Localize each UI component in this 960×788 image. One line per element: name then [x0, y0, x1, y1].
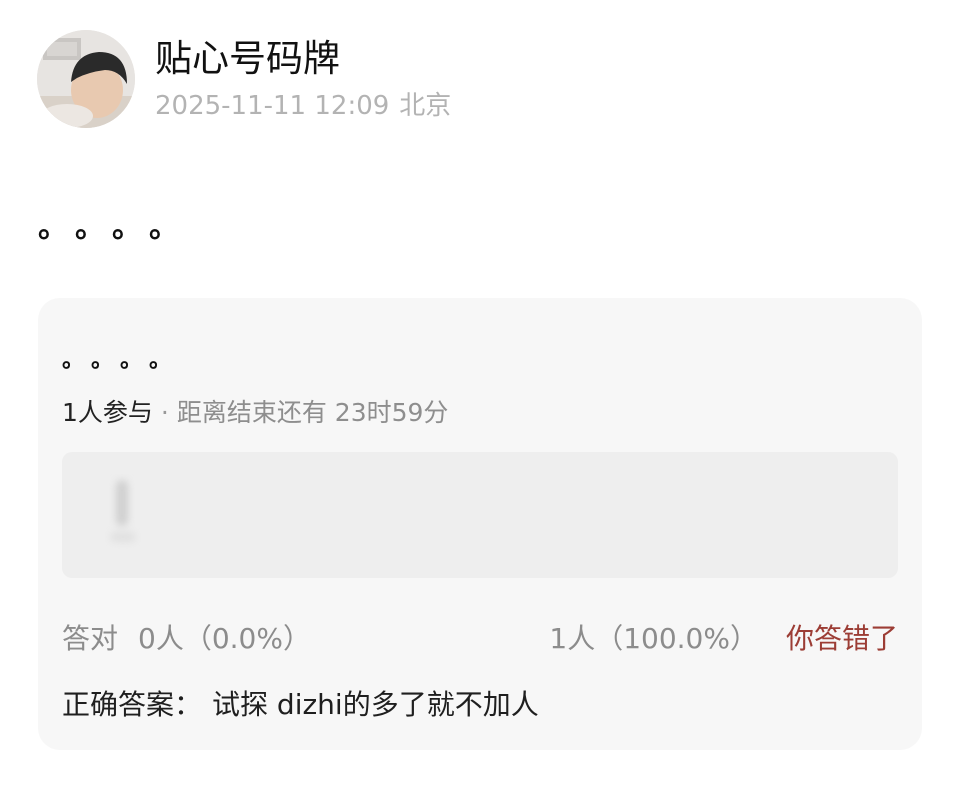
post-meta: 2025-11-11 12:09 北京: [155, 90, 451, 122]
quiz-meta: 1人参与 · 距离结束还有 23时59分: [62, 396, 448, 430]
wrong-count: 1人（100.0%）: [549, 622, 758, 655]
quiz-title: 。。。。: [62, 348, 190, 373]
post-timestamp: 2025-11-11 12:09: [155, 91, 390, 121]
answer-label: 正确答案：: [62, 688, 203, 721]
quiz-countdown: 距离结束还有 23时59分: [176, 398, 449, 427]
correct-count: 0人（0.0%）: [138, 622, 311, 655]
post-body-text: 。。。。: [38, 210, 201, 245]
post-page: 贴心号码牌 2025-11-11 12:09 北京 。。。。 。。。。 1人参与 ·…: [0, 0, 960, 788]
quiz-result-row: 答对 0人（0.0%） 1人（100.0%） 你答错了: [62, 620, 898, 658]
author-avatar[interactable]: [37, 30, 135, 128]
correct-answer: 正确答案： 试探 dizhi的多了就不加人: [62, 686, 539, 724]
blurred-option-icon: [110, 480, 136, 542]
user-avatar-photo-icon: [37, 30, 135, 128]
answer-text: 试探 dizhi的多了就不加人: [212, 688, 539, 721]
meta-separator: ·: [160, 398, 169, 427]
correct-label: 答对: [62, 622, 119, 655]
wrong-result: 1人（100.0%） 你答错了: [549, 620, 898, 658]
wrong-answer-label: 你答错了: [785, 622, 898, 655]
quiz-option[interactable]: [62, 452, 898, 578]
author-name[interactable]: 贴心号码牌: [155, 36, 340, 82]
quiz-participants: 1人参与: [62, 398, 153, 427]
post-location: 北京: [399, 91, 452, 121]
quiz-card: 。。。。 1人参与 · 距离结束还有 23时59分 答对 0人（0.0%） 1人…: [38, 298, 922, 750]
correct-result: 答对 0人（0.0%）: [62, 620, 311, 658]
